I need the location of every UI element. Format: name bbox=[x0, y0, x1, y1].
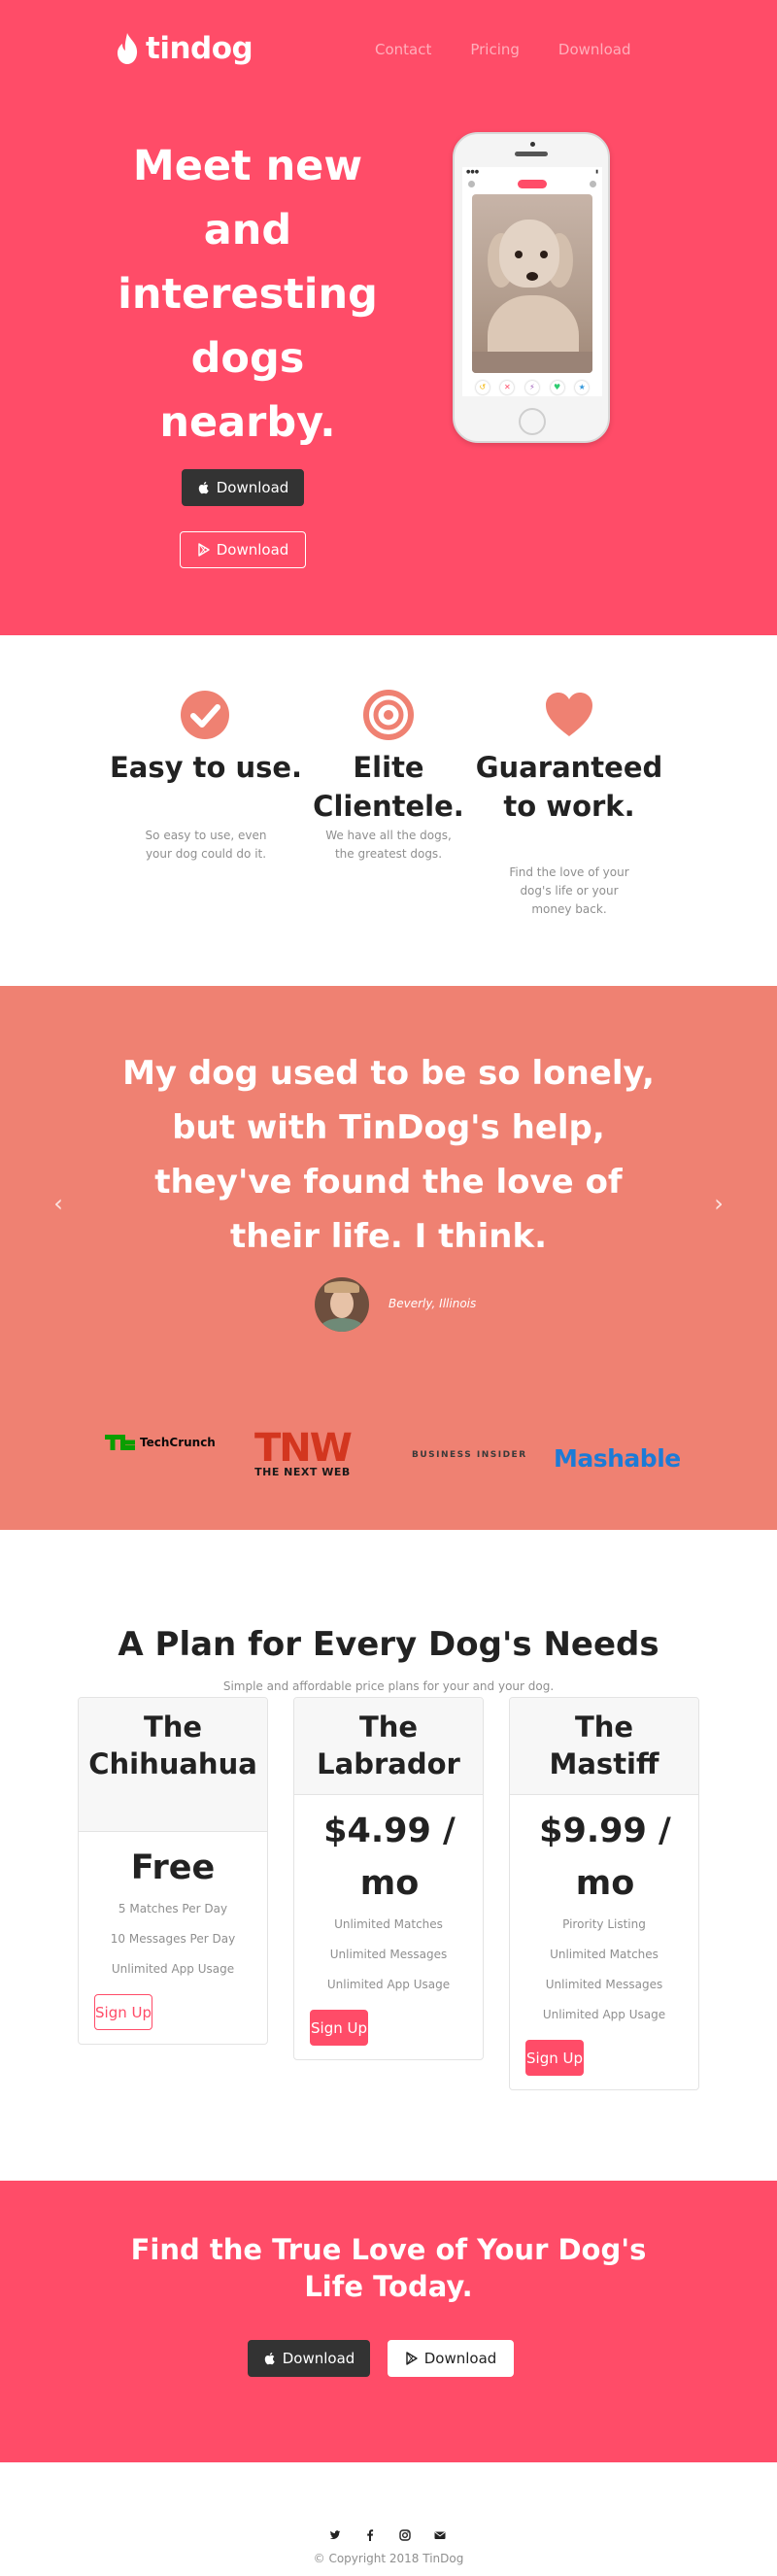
phone-speaker bbox=[515, 152, 548, 156]
feature-text-easy: So easy to use, even your dog could do i… bbox=[145, 829, 267, 861]
brand-logo[interactable]: tindog bbox=[115, 31, 253, 66]
phone-screen: ●●● ▮ ↺ ✕ ⚡ ♥ ★ bbox=[462, 167, 602, 396]
plan-price-mastiff: $9.99 / mo bbox=[539, 1812, 671, 1903]
plan-price-chihuahua: Free bbox=[130, 1848, 216, 1887]
boost-icon: ⚡ bbox=[524, 381, 539, 394]
plan-feature: Unlimited Messages bbox=[545, 1978, 663, 1991]
plan-price-labrador: $4.99 / mo bbox=[323, 1812, 456, 1903]
hero-title: Meet new and interesting dogs nearby. bbox=[118, 142, 378, 447]
sign-up-button-chihuahua[interactable]: Sign Up bbox=[94, 1994, 152, 2030]
chat-icon bbox=[590, 180, 596, 187]
tnw-logo: TNW THE NEXT WEB bbox=[254, 1426, 353, 1478]
plan-name-mastiff: The Mastiff bbox=[510, 1698, 698, 1795]
flame-icon bbox=[117, 33, 138, 64]
hero-apple-download-label: Download bbox=[216, 479, 289, 496]
cta-section: Find the True Love of Your Dog's Life To… bbox=[0, 2181, 777, 2462]
facebook-icon[interactable] bbox=[363, 2528, 377, 2542]
feature-title-easy: Easy to use. bbox=[109, 751, 303, 784]
cta-title: Find the True Love of Your Dog's Life To… bbox=[130, 2233, 647, 2303]
business-insider-logo: BUSINESS INSIDER bbox=[412, 1450, 527, 1460]
features-section: Easy to use. So easy to use, even your d… bbox=[0, 635, 777, 986]
tnw-subtitle: THE NEXT WEB bbox=[254, 1466, 351, 1478]
phone-status-bar: ●●● ▮ bbox=[466, 169, 598, 175]
twitter-icon[interactable] bbox=[328, 2528, 342, 2542]
google-play-icon bbox=[198, 543, 210, 557]
tnw-wordmark: TNW bbox=[254, 1426, 353, 1471]
footer: © Copyright 2018 TinDog bbox=[0, 2462, 777, 2576]
heart-icon bbox=[546, 693, 592, 736]
plan-feature: Unlimited App Usage bbox=[326, 1978, 451, 1991]
instagram-icon[interactable] bbox=[398, 2528, 412, 2542]
testimonial-avatar bbox=[315, 1277, 369, 1332]
pricing-section: A Plan for Every Dog's Needs Simple and … bbox=[0, 1530, 777, 2181]
plan-feature: Unlimited Matches bbox=[550, 1948, 659, 1961]
bullseye-icon bbox=[363, 690, 414, 740]
app-toggle bbox=[518, 179, 547, 188]
navbar: tindog Contact Pricing Download bbox=[0, 27, 777, 74]
phone-action-row: ↺ ✕ ⚡ ♥ ★ bbox=[462, 377, 602, 396]
testimonial-quote: My dog used to be so lonely, but with Ti… bbox=[122, 1054, 655, 1256]
nav-link-contact[interactable]: Contact bbox=[375, 41, 431, 58]
plan-feature: Unlimited App Usage bbox=[111, 1962, 235, 1976]
phone-mockup: ●●● ▮ ↺ ✕ ⚡ ♥ ★ bbox=[453, 132, 610, 443]
nav-links: Contact Pricing Download bbox=[375, 41, 630, 58]
feature-title-guaranteed: Guaranteed to work. bbox=[475, 751, 663, 823]
envelope-icon[interactable] bbox=[433, 2528, 447, 2542]
plan-feature: Unlimited Messages bbox=[329, 1948, 448, 1961]
plan-name-labrador: The Labrador bbox=[294, 1698, 483, 1795]
phone-home-button bbox=[519, 408, 546, 435]
sign-up-button-labrador[interactable]: Sign Up bbox=[310, 2010, 368, 2046]
feature-text-elite: We have all the dogs, the greatest dogs. bbox=[325, 829, 452, 861]
plan-name-chihuahua: The Chihuahua bbox=[79, 1698, 267, 1832]
nav-link-download[interactable]: Download bbox=[558, 41, 631, 58]
plan-feature: Pirority Listing bbox=[562, 1917, 646, 1931]
feature-text-guaranteed: Find the love of your dog's life or your… bbox=[509, 865, 629, 916]
google-play-icon bbox=[406, 2352, 418, 2365]
plan-feature: Unlimited Matches bbox=[334, 1917, 443, 1931]
pricing-card-chihuahua: The Chihuahua Free 5 Matches Per Day 10 … bbox=[78, 1697, 268, 2045]
techcrunch-logo: TechCrunch bbox=[105, 1435, 216, 1450]
nav-link-pricing[interactable]: Pricing bbox=[470, 41, 520, 58]
apple-icon bbox=[198, 482, 209, 494]
brand-name: tindog bbox=[146, 31, 253, 66]
nope-icon: ✕ bbox=[500, 381, 515, 394]
superlike-icon: ★ bbox=[575, 381, 590, 394]
techcrunch-mark-icon bbox=[105, 1435, 135, 1450]
hero-play-download-button[interactable]: Download bbox=[180, 531, 306, 568]
phone-app-bar bbox=[462, 177, 602, 190]
testimonial-author: Beverly, Illinois bbox=[388, 1297, 477, 1310]
plan-feature: 5 Matches Per Day bbox=[118, 1902, 228, 1915]
check-circle-icon bbox=[181, 691, 229, 739]
apple-icon bbox=[264, 2353, 275, 2365]
profile-icon bbox=[468, 180, 475, 187]
copyright-text: © Copyright 2018 TinDog bbox=[313, 2552, 464, 2565]
hero-section: tindog Contact Pricing Download Meet new… bbox=[0, 0, 777, 635]
phone-camera bbox=[530, 142, 535, 147]
carousel-next-arrow[interactable]: › bbox=[707, 1192, 730, 1215]
pricing-card-mastiff: The Mastiff $9.99 / mo Pirority Listing … bbox=[509, 1697, 699, 2090]
dog-photo bbox=[472, 194, 592, 373]
carousel-prev-arrow[interactable]: ‹ bbox=[47, 1192, 70, 1215]
cta-apple-download-label: Download bbox=[282, 2350, 355, 2367]
cta-apple-download-button[interactable]: Download bbox=[248, 2340, 370, 2377]
cta-play-download-label: Download bbox=[423, 2350, 497, 2367]
cta-play-download-button[interactable]: Download bbox=[388, 2340, 514, 2377]
pricing-subtitle: Simple and affordable price plans for yo… bbox=[222, 1679, 555, 1693]
mashable-logo: Mashable bbox=[554, 1444, 681, 1473]
pricing-title: A Plan for Every Dog's Needs bbox=[118, 1625, 659, 1664]
undo-icon: ↺ bbox=[475, 381, 490, 394]
sign-up-button-mastiff[interactable]: Sign Up bbox=[525, 2040, 584, 2076]
social-links bbox=[328, 2528, 447, 2542]
hero-play-download-label: Download bbox=[216, 541, 289, 559]
plan-feature: Unlimited App Usage bbox=[542, 2008, 666, 2021]
techcrunch-wordmark: TechCrunch bbox=[140, 1436, 216, 1449]
plan-feature: 10 Messages Per Day bbox=[110, 1932, 236, 1946]
testimonial-section: ‹ › My dog used to be so lonely, but wit… bbox=[0, 986, 777, 1530]
hero-apple-download-button[interactable]: Download bbox=[182, 469, 304, 506]
like-icon: ♥ bbox=[550, 381, 564, 394]
feature-title-elite: Elite Clientele. bbox=[313, 751, 464, 823]
pricing-card-labrador: The Labrador $4.99 / mo Unlimited Matche… bbox=[293, 1697, 484, 2060]
